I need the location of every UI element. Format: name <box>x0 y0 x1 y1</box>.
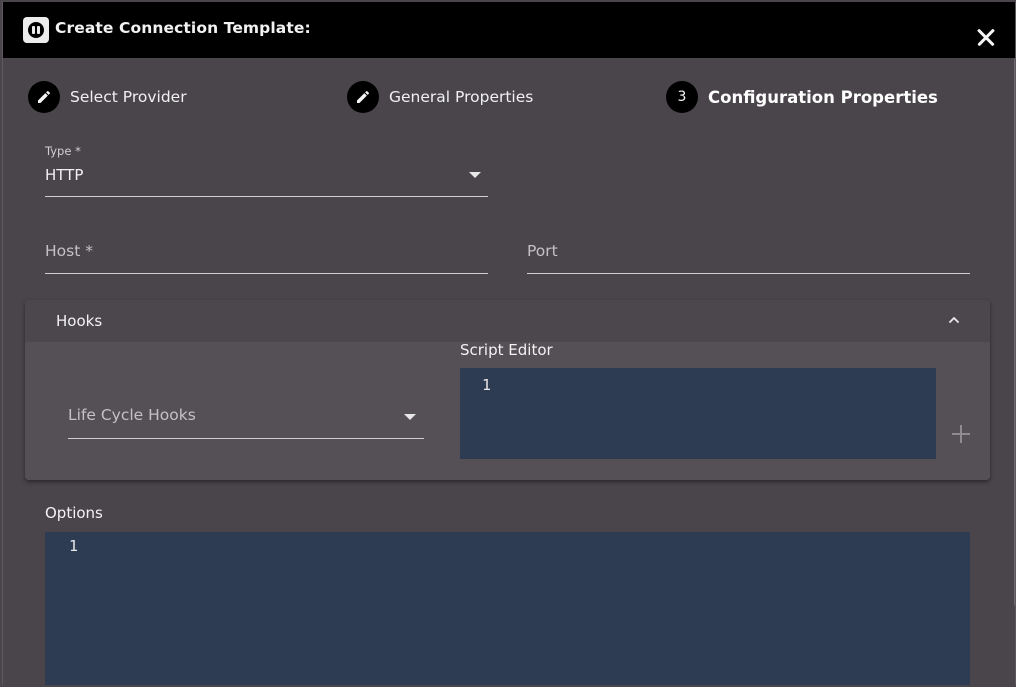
add-hook-icon[interactable] <box>950 423 972 445</box>
chevron-up-icon[interactable] <box>946 312 962 328</box>
host-placeholder: Host * <box>45 242 93 260</box>
pencil-icon <box>347 81 379 113</box>
step-number: 3 <box>666 81 698 113</box>
step-general-properties[interactable]: General Properties <box>347 80 533 114</box>
script-editor[interactable]: 1 <box>460 368 936 459</box>
pencil-icon <box>28 81 60 113</box>
line-number: 1 <box>69 537 79 555</box>
port-placeholder: Port <box>527 242 558 260</box>
close-icon[interactable] <box>971 23 999 51</box>
line-number: 1 <box>482 376 492 394</box>
step-select-provider[interactable]: Select Provider <box>28 80 187 114</box>
create-connection-template-dialog: Create Connection Template: Select Provi… <box>2 2 1016 685</box>
hooks-title: Hooks <box>56 312 103 330</box>
lifecycle-hooks-underline <box>68 438 424 439</box>
hooks-header[interactable]: Hooks <box>25 300 990 342</box>
lifecycle-hooks-placeholder: Life Cycle Hooks <box>68 406 196 424</box>
app-logo-icon <box>23 17 49 43</box>
step-configuration-properties[interactable]: 3 Configuration Properties <box>666 80 938 114</box>
options-editor[interactable]: 1 <box>45 532 970 685</box>
dialog-titlebar: Create Connection Template: <box>3 2 1015 58</box>
type-value: HTTP <box>45 166 84 184</box>
type-underline <box>45 196 488 197</box>
hooks-body: Life Cycle Hooks Script Editor 1 <box>25 341 990 480</box>
script-editor-label: Script Editor <box>460 341 553 359</box>
options-label: Options <box>45 504 103 522</box>
step-label: Select Provider <box>70 88 187 106</box>
port-underline <box>527 273 970 274</box>
type-label: Type * <box>45 144 81 158</box>
chevron-down-icon <box>469 172 481 178</box>
hooks-panel: Hooks Life Cycle Hooks Script Editor 1 <box>25 300 990 480</box>
dialog-title: Create Connection Template: <box>55 19 311 37</box>
host-underline <box>45 273 488 274</box>
step-label: Configuration Properties <box>708 87 938 107</box>
chevron-down-icon <box>404 414 416 420</box>
step-label: General Properties <box>389 88 534 106</box>
